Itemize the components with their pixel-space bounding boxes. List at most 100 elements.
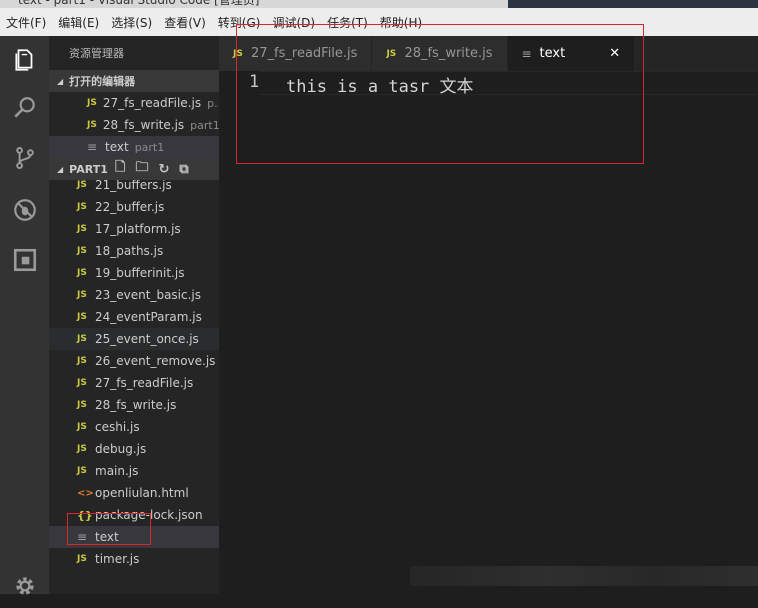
js-file-icon: JS <box>77 334 87 344</box>
debug-icon[interactable] <box>0 188 49 232</box>
file-tree-item[interactable]: JS 17_platform.js <box>49 218 219 240</box>
js-file-icon: JS <box>386 48 397 59</box>
search-icon[interactable] <box>0 86 49 130</box>
file-name: 27_fs_readFile.js <box>95 376 194 390</box>
tab-label: 28_fs_write.js <box>404 46 493 61</box>
file-tree-item[interactable]: JS 27_fs_readFile.js <box>49 372 219 394</box>
file-tree-item[interactable]: JS 24_eventParam.js <box>49 306 219 328</box>
menu-go[interactable]: 转到(G) <box>212 14 267 31</box>
file-tree-item[interactable]: JS ceshi.js <box>49 416 219 438</box>
new-folder-icon[interactable]: 🗀 <box>135 158 148 180</box>
line-number: 1 <box>249 72 260 92</box>
file-tree-item[interactable]: JS 18_paths.js <box>49 240 219 262</box>
js-file-icon: JS <box>77 466 87 476</box>
file-name: 21_buffers.js <box>95 178 172 192</box>
tab-text[interactable]: ≡ text ✕ <box>507 36 636 71</box>
open-editor-folder: p... <box>207 96 219 110</box>
file-tree-item[interactable]: JS timer.js <box>49 548 219 570</box>
file-name: 25_event_once.js <box>95 332 199 346</box>
open-editors-header[interactable]: ◢ 打开的编辑器 <box>49 70 219 92</box>
file-name: 23_event_basic.js <box>95 288 202 302</box>
file-tree-item[interactable]: JS 25_event_once.js <box>49 328 219 350</box>
menu-tasks[interactable]: 任务(T) <box>321 14 374 31</box>
menu-debug[interactable]: 调试(D) <box>266 14 321 31</box>
js-file-icon: JS <box>77 356 87 366</box>
file-tree-item[interactable]: {} package-lock.json <box>49 504 219 526</box>
menu-selection[interactable]: 选择(S) <box>105 14 158 31</box>
html-file-icon: <> <box>77 487 94 499</box>
collapse-caret-icon: ◢ <box>57 76 64 86</box>
file-tree-item[interactable]: JS debug.js <box>49 438 219 460</box>
text-file-icon: ≡ <box>77 530 88 544</box>
gear-icon[interactable] <box>0 564 49 608</box>
open-editor-item[interactable]: JS 27_fs_readFile.js p... <box>49 92 219 114</box>
window-title: text - part1 - Visual Studio Code [管理员] <box>18 0 260 7</box>
titlebar-background <box>508 0 758 8</box>
extensions-icon[interactable] <box>0 238 49 282</box>
collapse-caret-icon: ◢ <box>57 164 64 174</box>
open-editor-name: 27_fs_readFile.js <box>102 96 202 110</box>
explorer-sidebar: 资源管理器 ◢ 打开的编辑器 JS 27_fs_readFile.js p...… <box>49 36 219 594</box>
refresh-icon[interactable]: ↻ <box>158 162 169 177</box>
open-editor-name: text <box>105 140 129 154</box>
new-file-icon[interactable]: 🗋 <box>115 158 125 180</box>
tab-27-fs-readfile[interactable]: JS 27_fs_readFile.js <box>219 36 373 71</box>
open-editor-folder: part1 <box>190 118 219 132</box>
menu-bar: 文件(F) 编辑(E) 选择(S) 查看(V) 转到(G) 调试(D) 任务(T… <box>0 8 758 37</box>
open-editor-folder: part1 <box>134 140 165 154</box>
js-file-icon: JS <box>77 400 87 410</box>
js-file-icon: JS <box>77 444 87 454</box>
explorer-title: 资源管理器 <box>69 47 124 60</box>
file-tree-item[interactable]: ≡ text <box>49 526 219 548</box>
file-tree-item[interactable]: JS 28_fs_write.js <box>49 394 219 416</box>
file-tree-item[interactable]: JS 23_event_basic.js <box>49 284 219 306</box>
js-file-icon: JS <box>87 98 97 108</box>
folder-label: PART1 <box>69 162 108 176</box>
code-line[interactable]: this is a tasr 文本 <box>286 72 474 97</box>
js-file-icon: JS <box>77 246 87 256</box>
collapse-all-icon[interactable]: ⧉ <box>179 162 188 177</box>
js-file-icon: JS <box>77 224 87 234</box>
tab-label: text <box>539 46 566 61</box>
blurred-area <box>410 566 758 586</box>
explorer-icon[interactable] <box>0 38 49 82</box>
file-tree-item[interactable]: <> openliulan.html <box>49 482 219 504</box>
js-file-icon: JS <box>77 180 87 190</box>
file-tree-item[interactable]: JS 26_event_remove.js <box>49 350 219 372</box>
js-file-icon: JS <box>77 202 87 212</box>
file-name: debug.js <box>95 442 147 456</box>
open-editors-label: 打开的编辑器 <box>69 75 136 88</box>
menu-help[interactable]: 帮助(H) <box>374 14 428 31</box>
js-file-icon: JS <box>77 268 87 278</box>
js-file-icon: JS <box>233 48 243 59</box>
json-file-icon: {} <box>77 508 93 522</box>
editor-area[interactable]: 1 this is a tasr 文本 <box>219 71 758 594</box>
open-editor-item-active[interactable]: ≡ text part1 <box>49 136 219 158</box>
menu-view[interactable]: 查看(V) <box>158 14 212 31</box>
menu-file[interactable]: 文件(F) <box>0 14 52 31</box>
folder-header[interactable]: ◢ PART1 🗋 🗀 ↻ ⧉ <box>49 158 219 180</box>
tab-28-fs-write[interactable]: JS 28_fs_write.js <box>372 36 508 71</box>
file-tree-item[interactable]: JS 19_bufferinit.js <box>49 262 219 284</box>
text-file-icon: ≡ <box>87 140 98 154</box>
open-editor-item[interactable]: JS 28_fs_write.js part1 <box>49 114 219 136</box>
file-tree-item[interactable]: JS main.js <box>49 460 219 482</box>
close-icon[interactable]: ✕ <box>609 46 620 61</box>
file-tree-item[interactable]: JS 22_buffer.js <box>49 196 219 218</box>
file-name: 17_platform.js <box>95 222 181 236</box>
file-name: 19_bufferinit.js <box>95 266 185 280</box>
js-file-icon: JS <box>77 378 87 388</box>
file-name: ceshi.js <box>95 420 140 434</box>
file-name: 24_eventParam.js <box>95 310 202 324</box>
js-file-icon: JS <box>87 120 97 130</box>
source-control-icon[interactable] <box>0 136 49 180</box>
file-name: text <box>95 530 119 544</box>
js-file-icon: JS <box>77 422 87 432</box>
menu-edit[interactable]: 编辑(E) <box>52 14 105 31</box>
activity-bar <box>0 36 49 595</box>
file-name: timer.js <box>95 552 140 566</box>
js-file-icon: JS <box>77 312 87 322</box>
file-name: main.js <box>95 464 139 478</box>
file-name: 22_buffer.js <box>95 200 165 214</box>
editor-tabs: JS 27_fs_readFile.js JS 28_fs_write.js ≡… <box>219 36 758 71</box>
